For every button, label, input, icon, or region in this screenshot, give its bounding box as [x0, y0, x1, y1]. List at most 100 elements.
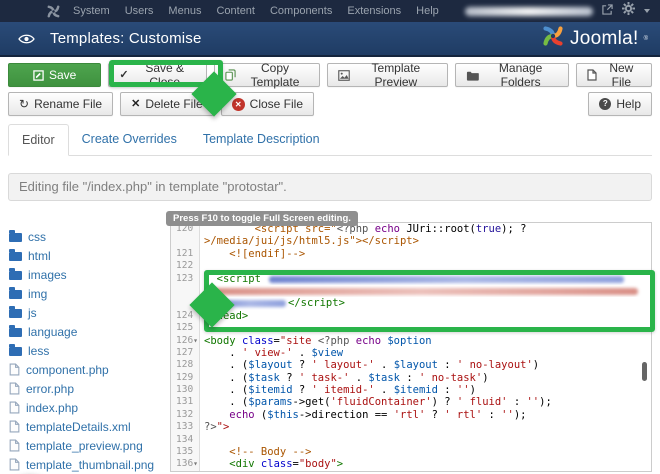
tree-item-images[interactable]: images: [9, 265, 159, 284]
caret-down-icon[interactable]: [644, 9, 650, 13]
manage-folders-button[interactable]: Manage Folders: [455, 63, 569, 87]
tree-item-img[interactable]: img: [9, 284, 159, 303]
tab-template-description[interactable]: Template Description: [190, 124, 333, 156]
fold-arrow-icon[interactable]: ▾: [193, 335, 198, 347]
code-line: 134: [171, 434, 651, 446]
menu-item-system[interactable]: System: [73, 5, 110, 17]
file-icon: [9, 420, 20, 433]
template-preview-label: Template Preview: [355, 61, 436, 89]
tree-item-language[interactable]: language: [9, 322, 159, 341]
code-text: [200, 434, 651, 446]
external-link-icon[interactable]: [602, 2, 613, 20]
tree-item-label: img: [28, 287, 47, 301]
code-text: ?>">: [200, 421, 651, 433]
tree-item-component-php[interactable]: component.php: [9, 360, 159, 379]
save-button[interactable]: Save: [8, 63, 101, 87]
code-line: 124</head>: [171, 310, 651, 322]
registered-mark: ®: [644, 36, 648, 42]
redacted-code-blur: [206, 300, 286, 307]
line-number: 127: [171, 347, 200, 359]
folder-icon: [466, 70, 479, 81]
tree-item-label: error.php: [26, 382, 74, 396]
line-number: 128: [171, 359, 200, 371]
joomla-logo-icon: [541, 24, 565, 53]
menubar-right: [465, 2, 650, 20]
file-icon: [9, 401, 20, 414]
code-text: [200, 285, 651, 297]
new-file-label: New File: [602, 61, 641, 89]
line-number: [171, 285, 200, 297]
close-file-label: Close File: [250, 97, 303, 111]
save-close-button[interactable]: ✓ Save & Close: [108, 63, 207, 87]
tabstrip: EditorCreate OverridesTemplate Descripti…: [8, 124, 652, 156]
code-text: . ($itemid ? ' itemid-' . $itemid : ''): [200, 384, 651, 396]
save-label: Save: [49, 68, 76, 82]
tree-item-template-preview-png[interactable]: template_preview.png: [9, 436, 159, 455]
menu-item-content[interactable]: Content: [216, 5, 255, 17]
tree-item-label: less: [28, 344, 49, 358]
tree-item-templatedetails-xml[interactable]: templateDetails.xml: [9, 417, 159, 436]
copy-template-button[interactable]: Copy Template: [214, 63, 320, 87]
menu-item-extensions[interactable]: Extensions: [347, 5, 401, 17]
code-text: echo ($this->direction == 'rtl' ? ' rtl'…: [200, 409, 651, 421]
close-red-icon: ✕: [232, 98, 245, 111]
tree-item-label: html: [28, 249, 51, 263]
fold-arrow-icon[interactable]: ▾: [193, 458, 198, 470]
tree-item-error-php[interactable]: error.php: [9, 379, 159, 398]
code-editor[interactable]: 120 <script src="<?php echo JUri::root(t…: [170, 222, 652, 472]
delete-file-button[interactable]: ✕Delete File: [120, 92, 214, 116]
line-number: 122: [171, 260, 200, 272]
tree-item-index-php[interactable]: index.php: [9, 398, 159, 417]
tree-item-label: template_preview.png: [26, 439, 143, 453]
code-line: 133?>">: [171, 421, 651, 433]
toolbar: Save ✓ Save & Close Copy Template Template P…: [0, 57, 660, 116]
tree-item-css[interactable]: css: [9, 227, 159, 246]
tab-create-overrides[interactable]: Create Overrides: [69, 124, 190, 156]
gear-icon[interactable]: [622, 2, 635, 20]
admin-menubar: System Users Menus Content Components Extensi…: [0, 0, 660, 22]
close-file-button[interactable]: ✕ Close File: [221, 92, 314, 116]
help-icon: ?: [599, 98, 611, 110]
code-text: . ($layout ? ' layout-' . $layout : ' no…: [200, 359, 651, 371]
tree-item-label: images: [28, 268, 67, 282]
file-icon: [9, 382, 20, 395]
menu-item-help[interactable]: Help: [416, 5, 439, 17]
tab-editor[interactable]: Editor: [8, 124, 69, 156]
help-button[interactable]: ?Help: [588, 92, 652, 116]
folder-icon: [9, 328, 22, 337]
rename-icon: ↻: [19, 98, 29, 110]
check-icon: ✓: [119, 70, 128, 81]
line-number: 129: [171, 372, 200, 384]
template-preview-button[interactable]: Template Preview: [327, 63, 447, 87]
page-titlebar: Templates: Customise Joomla! ®: [0, 22, 660, 57]
code-text: </head>: [200, 310, 651, 322]
save-icon: [33, 70, 44, 81]
folder-icon: [9, 233, 22, 242]
code-line: 136▾ <div class="body">: [171, 458, 651, 470]
line-number: 123: [171, 273, 200, 285]
template-file-tree: css html images img jslanguage less component.…: [0, 227, 159, 474]
code-text: <!-- Body -->: [200, 446, 651, 458]
rename-file-button[interactable]: ↻Rename File: [8, 92, 113, 116]
joomla-logo: Joomla! ®: [541, 24, 648, 53]
tree-item-template-thumbnail-png[interactable]: template_thumbnail.png: [9, 455, 159, 474]
tree-item-less[interactable]: less: [9, 341, 159, 360]
line-number: [171, 297, 200, 309]
code-line: 126▾<body class="site <?php echo $option: [171, 335, 651, 347]
line-number: 121: [171, 248, 200, 260]
menu-item-components[interactable]: Components: [270, 5, 332, 17]
joomla-logo-text: Joomla!: [570, 28, 639, 50]
save-close-label: Save & Close: [134, 61, 196, 89]
editor-scrollbar-thumb[interactable]: [642, 362, 647, 381]
line-number: 131: [171, 396, 200, 408]
code-line: 135 <!-- Body -->: [171, 446, 651, 458]
code-line: 130 . ($itemid ? ' itemid-' . $itemid : …: [171, 384, 651, 396]
delete-file-label: Delete File: [145, 97, 202, 111]
file-icon: [9, 363, 20, 376]
code-line: 131 . ($params->get('fluidContainer') ? …: [171, 396, 651, 408]
tree-item-js[interactable]: js: [9, 303, 159, 322]
new-file-button[interactable]: New File: [576, 63, 652, 87]
menu-item-users[interactable]: Users: [125, 5, 154, 17]
tree-item-html[interactable]: html: [9, 246, 159, 265]
menu-item-menus[interactable]: Menus: [168, 5, 201, 17]
